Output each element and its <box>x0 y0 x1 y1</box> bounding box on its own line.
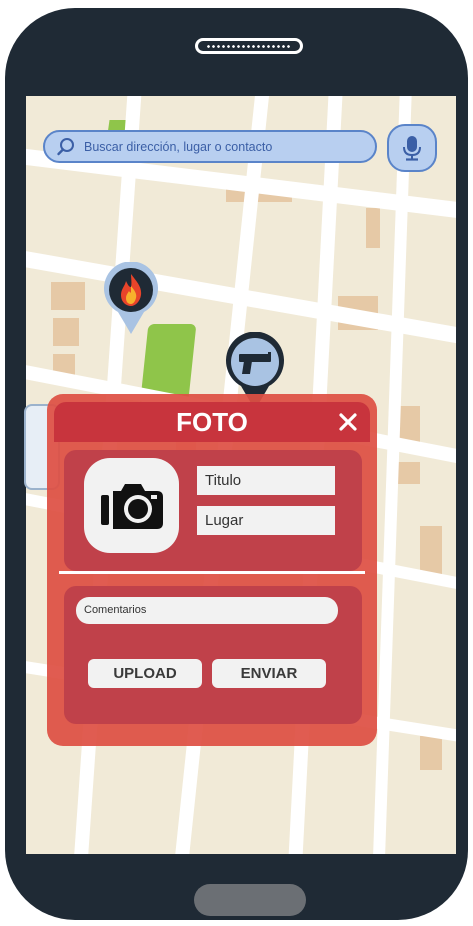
comments-field[interactable]: Comentarios <box>76 597 338 624</box>
speaker-grille <box>195 38 303 54</box>
fire-marker[interactable] <box>102 262 160 336</box>
dialog-header: FOTO <box>54 402 370 442</box>
microphone-button[interactable] <box>387 124 437 172</box>
map-building <box>420 736 442 770</box>
place-field[interactable]: Lugar <box>197 506 335 535</box>
divider <box>59 571 365 574</box>
upload-button[interactable]: UPLOAD <box>88 659 202 688</box>
title-field[interactable]: Titulo <box>197 466 335 495</box>
comment-section: Comentarios UPLOAD ENVIAR <box>64 586 362 724</box>
map-building <box>420 526 442 574</box>
close-button[interactable] <box>338 402 358 442</box>
search-bar[interactable]: Buscar dirección, lugar o contacto <box>43 130 377 163</box>
search-icon <box>57 137 74 155</box>
home-button[interactable] <box>194 884 306 916</box>
search-placeholder: Buscar dirección, lugar o contacto <box>84 139 273 154</box>
photo-section: Titulo Lugar <box>64 450 362 571</box>
camera-icon <box>100 483 163 529</box>
close-icon <box>339 413 357 431</box>
map-building <box>398 462 420 484</box>
map-building <box>53 318 79 346</box>
dialog-title: FOTO <box>176 407 248 437</box>
photo-dialog: FOTO Titulo Lugar Comentarios UPLOAD ENV… <box>47 394 377 746</box>
map-building <box>51 282 85 310</box>
microphone-icon <box>403 136 421 161</box>
send-button[interactable]: ENVIAR <box>212 659 326 688</box>
camera-button[interactable] <box>84 458 179 553</box>
map-building <box>366 208 380 248</box>
